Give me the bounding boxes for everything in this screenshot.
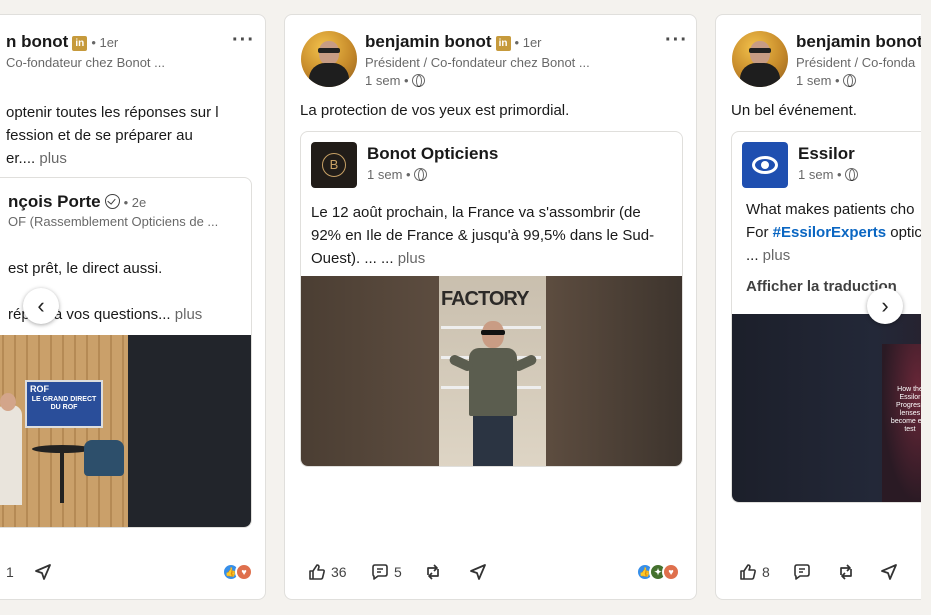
post-time: 1 sem • (365, 73, 426, 88)
post-actions: 36 5 👍 ✦ ♥ (285, 561, 696, 583)
author-headline: Co-fondateur chez Bonot ... (6, 55, 165, 70)
presenter-head (0, 393, 16, 411)
see-more-link[interactable]: plus (39, 150, 67, 167)
love-reaction-icon: ♥ (662, 563, 680, 581)
carousel-next-button[interactable]: › (867, 288, 903, 324)
author-avatar[interactable] (301, 31, 357, 87)
send-icon (35, 564, 51, 580)
more-options-icon[interactable]: ··· (232, 30, 255, 50)
reshared-author[interactable]: nçois Porte • 2e (8, 192, 146, 212)
author-avatar[interactable] (732, 31, 788, 87)
like-icon (309, 564, 325, 580)
post-video-thumbnail[interactable]: How the Essilor Progress lenses become e… (732, 314, 931, 502)
bonot-opticiens-logo[interactable]: B (311, 142, 357, 188)
author-headline: Président / Co-fonda (796, 55, 916, 70)
more-options-icon[interactable]: ··· (665, 30, 688, 50)
post-actions: 1 👍 ♥ (0, 561, 265, 583)
love-reaction-icon: ♥ (235, 563, 253, 581)
reshared-headline: OF (Rassemblement Opticiens de ... (8, 214, 219, 229)
comment-icon (372, 564, 388, 580)
reshared-text: Le 12 août prochain, la France va s'asso… (311, 204, 655, 267)
repost-icon (427, 564, 439, 580)
tv-screen: ROF LE GRAND DIRECT DU ROF (25, 380, 103, 428)
comment-button[interactable] (792, 561, 812, 583)
repost-button[interactable] (423, 561, 443, 583)
reshared-author[interactable]: Bonot Opticiens (367, 144, 498, 164)
presenter (0, 405, 22, 505)
reshared-time: 1 sem • (798, 167, 859, 182)
linkedin-badge-icon: in (495, 36, 511, 51)
post-text: Un bel événement. (731, 102, 857, 119)
presenter-glasses (481, 330, 505, 335)
reshared-author[interactable]: Essilor (798, 144, 855, 164)
repost-icon (840, 564, 852, 580)
send-icon (470, 564, 486, 580)
reactions-summary[interactable]: 👍 ♥ (222, 563, 253, 581)
post-actions: 8 (716, 561, 931, 583)
verified-icon (104, 194, 120, 209)
post-video-thumbnail[interactable]: ROF LE GRAND DIRECT DU ROF (0, 335, 251, 527)
feed-carousel: n bonot in • 1er Co-fondateur chez Bonot .… (0, 0, 931, 615)
essilor-logo[interactable] (742, 142, 788, 188)
post-author[interactable]: n bonot in • 1er (6, 32, 118, 52)
presenter-jeans (473, 416, 513, 466)
carousel-prev-button[interactable]: ‹ (23, 288, 59, 324)
reshared-post[interactable]: B Bonot Opticiens 1 sem • Le 12 août pro… (300, 131, 683, 467)
reshared-text: What makes patients cho For #EssilorExpe… (746, 201, 922, 264)
like-button[interactable]: 36 (307, 561, 347, 583)
like-icon (740, 564, 756, 580)
author-headline: Président / Co-fondateur chez Bonot ... (365, 55, 590, 70)
repost-button[interactable] (836, 561, 856, 583)
table (32, 445, 92, 453)
reshared-post[interactable]: Essilor 1 sem • What makes patients cho … (731, 131, 931, 503)
linkedin-badge-icon: in (72, 36, 88, 51)
see-more-link[interactable]: plus (398, 250, 426, 267)
see-more-link[interactable]: plus (763, 247, 791, 264)
post-author[interactable]: benjamin bonot in • 1er (365, 32, 542, 52)
presenter-shirt (469, 348, 517, 416)
comment-button[interactable]: 1 (6, 561, 14, 583)
globe-icon (414, 168, 428, 181)
reactions-summary[interactable]: 👍 ✦ ♥ (636, 563, 680, 581)
comment-icon (794, 564, 810, 580)
globe-icon (412, 74, 426, 87)
table-leg (60, 453, 64, 503)
send-button[interactable] (468, 561, 488, 583)
page-scrollbar[interactable] (921, 0, 931, 615)
globe-icon (845, 168, 859, 181)
send-button[interactable] (33, 561, 53, 583)
see-more-link[interactable]: plus (175, 306, 203, 323)
comment-button[interactable]: 5 (370, 561, 402, 583)
post-text: La protection de vos yeux est primordial… (300, 102, 570, 119)
store-sign: FACTORY (441, 288, 529, 310)
post-text: optenir toutes les réponses sur l fessio… (6, 104, 219, 167)
like-button[interactable]: 8 (738, 561, 770, 583)
hashtag-link[interactable]: #EssilorExperts (773, 224, 886, 241)
post-author[interactable]: benjamin bonot (796, 32, 923, 52)
chair (84, 440, 124, 476)
reshared-time: 1 sem • (367, 167, 428, 182)
eye-icon (752, 156, 778, 174)
post-card-middle: benjamin bonot in • 1er Président / Co-fon… (284, 14, 697, 600)
send-icon (881, 564, 897, 580)
globe-icon (843, 74, 857, 87)
post-time: 1 sem • (796, 73, 857, 88)
send-button[interactable] (879, 561, 899, 583)
reshared-post[interactable]: nçois Porte • 2e OF (Rassemblement Optici… (0, 177, 252, 528)
post-video-thumbnail[interactable]: FACTORY (301, 276, 682, 466)
